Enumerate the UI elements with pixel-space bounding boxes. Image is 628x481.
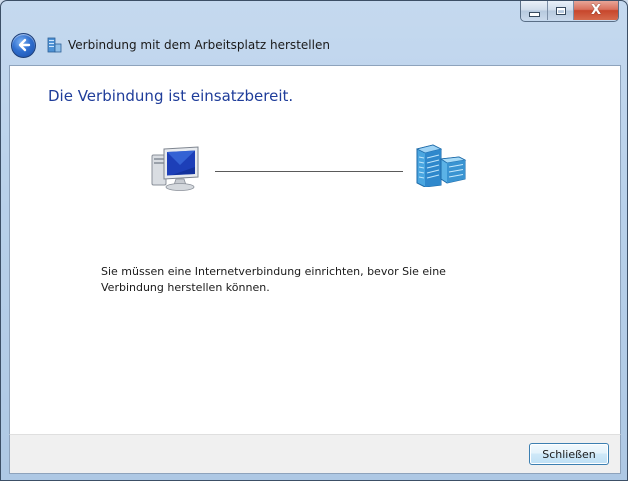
- workplace-connection-icon: [47, 37, 62, 53]
- content-area: Die Verbindung ist einsatzbereit. Sie mü…: [9, 65, 621, 434]
- minimize-icon: [528, 11, 540, 17]
- back-button[interactable]: [11, 32, 36, 58]
- maximize-button[interactable]: [548, 1, 574, 20]
- window-title: Verbindung mit dem Arbeitsplatz herstell…: [68, 38, 330, 52]
- dialog-footer: Schließen: [9, 434, 621, 474]
- title-bar: Verbindung mit dem Arbeitsplatz herstell…: [9, 27, 619, 63]
- maximize-icon: [555, 6, 566, 15]
- computer-icon: [151, 146, 199, 191]
- back-arrow-icon: [18, 38, 30, 52]
- info-message: Sie müssen eine Internetverbindung einri…: [101, 265, 446, 294]
- connection-line: [215, 171, 403, 172]
- close-window-button[interactable]: X: [574, 1, 618, 20]
- caption-buttons: X: [520, 1, 619, 22]
- close-icon: X: [590, 3, 602, 18]
- minimize-button[interactable]: [521, 1, 548, 20]
- page-heading: Die Verbindung ist einsatzbereit.: [48, 87, 294, 105]
- close-button[interactable]: Schließen: [529, 443, 609, 465]
- workplace-network-icon: [415, 144, 467, 187]
- dialog-window: X Verbindung mit dem Arbeitsplatz herste…: [0, 0, 628, 481]
